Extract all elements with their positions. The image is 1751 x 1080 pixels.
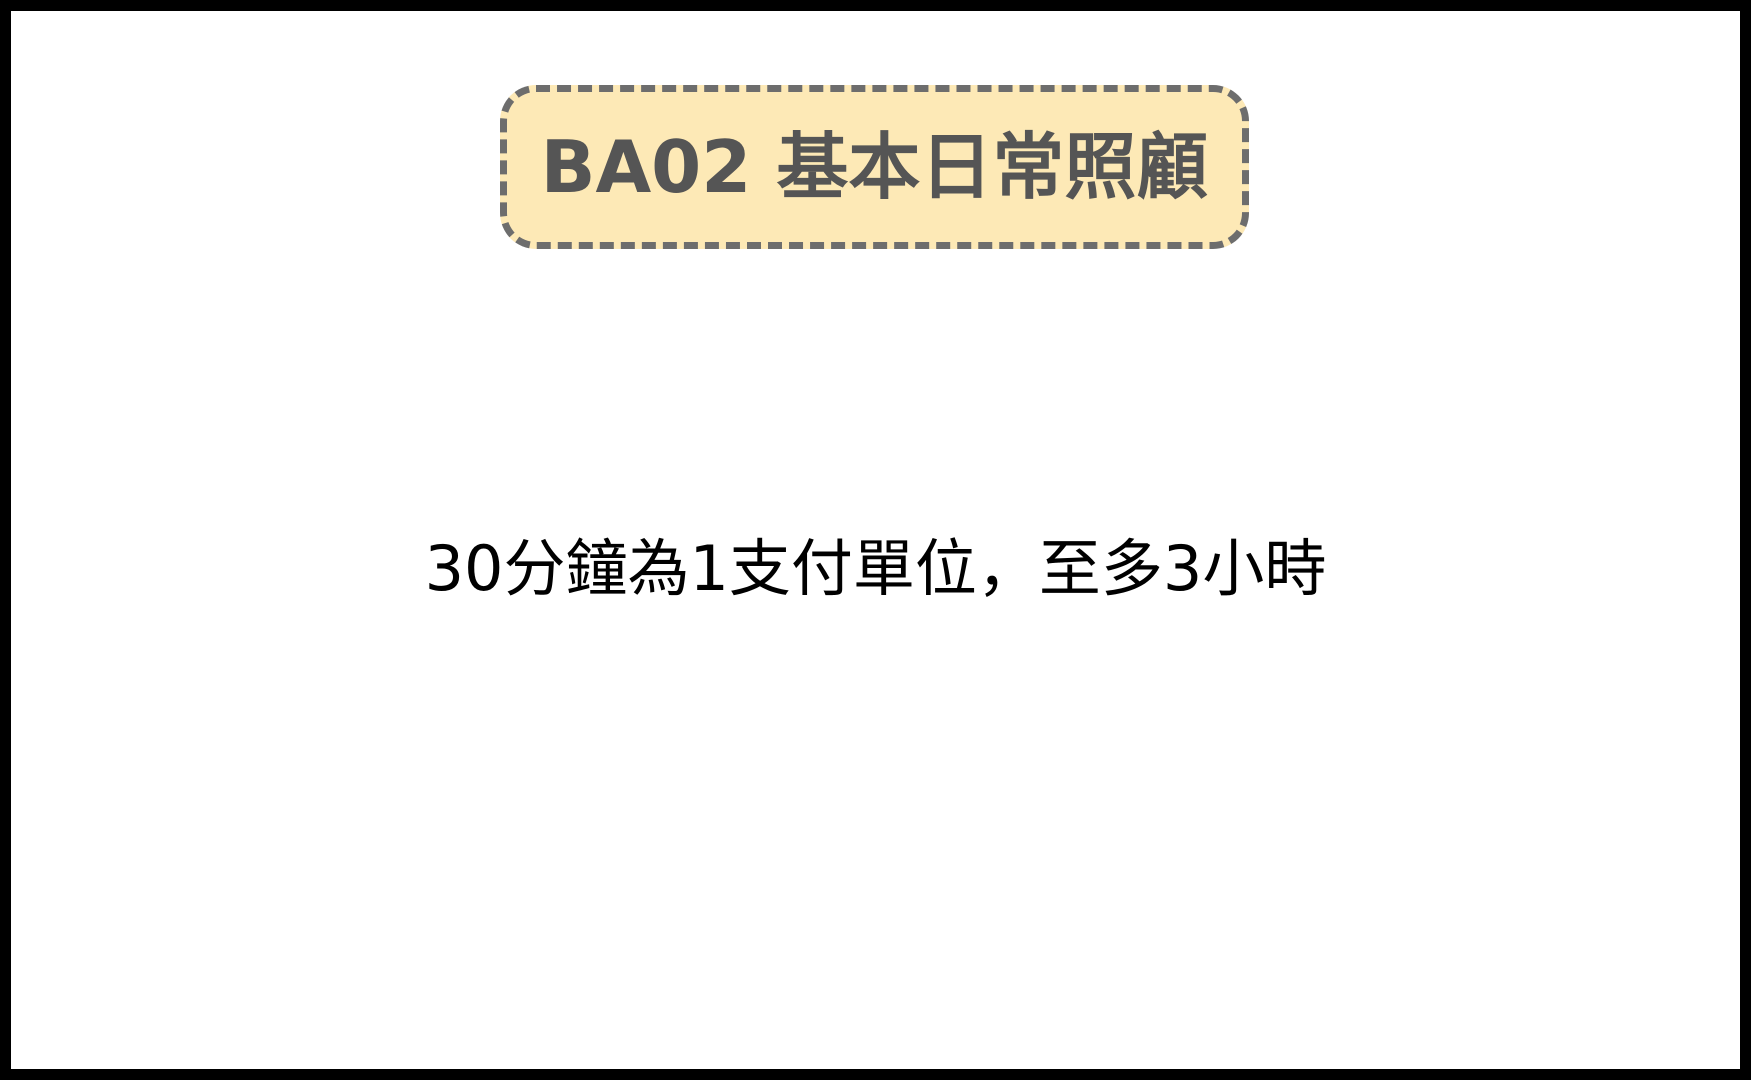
slide: BA02 基本日常照顧 30分鐘為1支付單位，至多3小時 <box>11 11 1740 1069</box>
slide-body-text: 30分鐘為1支付單位，至多3小時 <box>424 532 1327 605</box>
title-box: BA02 基本日常照顧 <box>500 85 1249 249</box>
slide-title: BA02 基本日常照顧 <box>540 125 1209 209</box>
